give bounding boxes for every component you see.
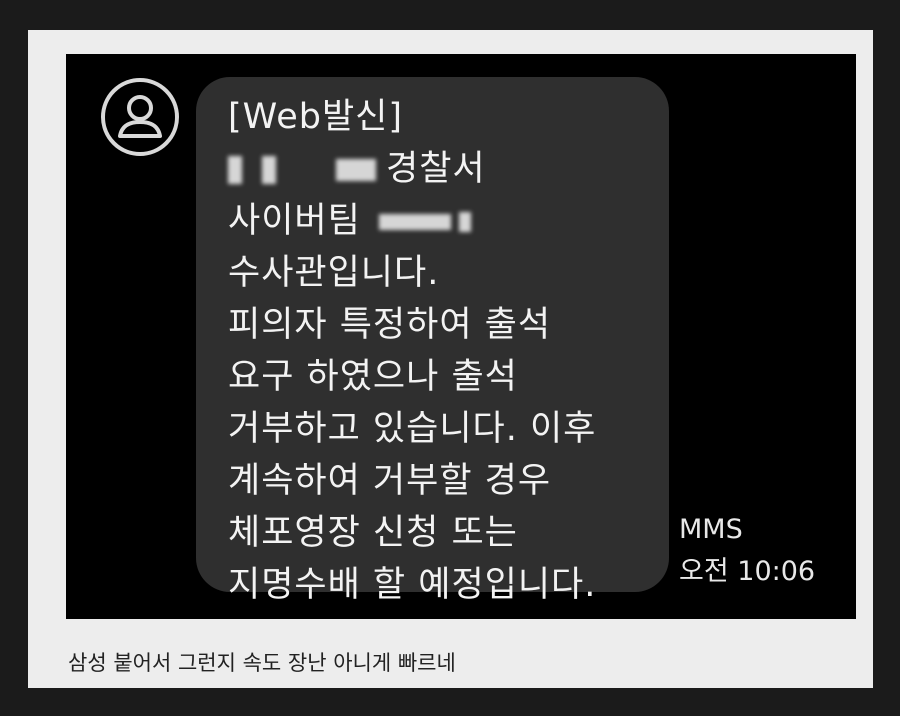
message-time: 오전 10:06 bbox=[679, 556, 816, 587]
team-text: 사이버팀 bbox=[228, 201, 361, 241]
redaction-mark bbox=[228, 156, 242, 184]
message-line: 피의자 특정하여 출석 bbox=[228, 305, 552, 345]
message-type: MMS bbox=[679, 514, 743, 545]
message-bubble[interactable]: [Web발신] 경찰서 사이버팀 수사관입니다. 피의자 특정하여 출석 요구 … bbox=[196, 77, 669, 605]
post-caption: 삼성 붙어서 그런지 속도 장난 아니게 빠르네 bbox=[68, 651, 456, 675]
redaction-mark bbox=[262, 156, 276, 184]
message-line: 계속하여 거부할 경우 bbox=[228, 461, 552, 501]
message-line-redacted-team: 사이버팀 bbox=[228, 195, 659, 247]
redaction-mark bbox=[378, 214, 451, 230]
message-body: [Web발신] 경찰서 사이버팀 수사관입니다. 피의자 특정하여 출석 요구 … bbox=[228, 91, 659, 611]
redaction-mark bbox=[458, 212, 471, 232]
message-line: 지명수배 할 예정입니다. bbox=[228, 565, 597, 605]
sender-avatar[interactable] bbox=[100, 77, 180, 157]
message-line: 요구 하였으나 출석 bbox=[228, 357, 518, 397]
station-text: 경찰서 bbox=[386, 149, 486, 189]
message-meta: MMS 오전 10:06 bbox=[679, 509, 815, 593]
message-line: 거부하고 있습니다. 이후 bbox=[228, 409, 597, 449]
message-line: 체포영장 신청 또는 bbox=[228, 513, 518, 553]
person-icon bbox=[101, 78, 179, 156]
redaction-mark bbox=[336, 159, 376, 181]
message-line-redacted-station: 경찰서 bbox=[228, 143, 659, 195]
message-line: [Web발신] bbox=[228, 97, 404, 137]
message-line: 수사관입니다. bbox=[228, 253, 440, 293]
sms-screenshot: [Web발신] 경찰서 사이버팀 수사관입니다. 피의자 특정하여 출석 요구 … bbox=[66, 54, 856, 619]
post-card: [Web발신] 경찰서 사이버팀 수사관입니다. 피의자 특정하여 출석 요구 … bbox=[28, 30, 873, 688]
